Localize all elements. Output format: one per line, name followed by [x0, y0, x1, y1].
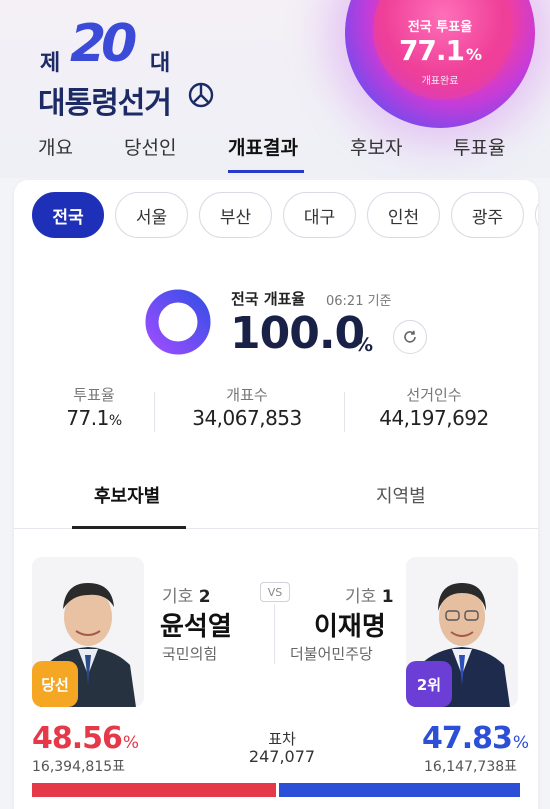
candidate-left-percent: 48.56% — [32, 721, 139, 756]
region-chip-incheon[interactable]: 인천 — [367, 192, 440, 238]
logo-suffix: 대 — [150, 51, 171, 76]
candidate-right-photo[interactable]: 2위 — [406, 557, 518, 707]
tab-by-region[interactable]: 지역별 — [376, 482, 426, 508]
region-chip-next[interactable]: 대 — [535, 192, 538, 238]
tab-active-indicator — [72, 526, 186, 529]
stat-turnout-label: 투표율 — [73, 386, 115, 404]
count-rate-time: 06:21 기준 — [326, 294, 392, 309]
region-chip-seoul[interactable]: 서울 — [115, 192, 188, 238]
region-chip-daegu[interactable]: 대구 — [283, 192, 356, 238]
refresh-button[interactable] — [393, 320, 427, 354]
vote-share-bar-right — [279, 783, 520, 797]
results-card: 전국 서울 부산 대구 인천 광주 대 전국 개표율 06:21 기준 100.… — [14, 180, 538, 809]
nav-candidates[interactable]: 후보자 — [350, 133, 402, 160]
stat-electorate-label: 선거인수 — [406, 386, 462, 404]
main-nav: 개요 당선인 개표결과 후보자 투표율 — [0, 133, 550, 173]
turnout-label: 전국 투표율 — [407, 20, 473, 35]
stat-electorate-value: 44,197,692 — [379, 406, 489, 430]
nav-results[interactable]: 개표결과 — [228, 133, 298, 160]
turnout-value: 77.1% — [398, 34, 482, 67]
count-progress-ring — [145, 289, 211, 355]
region-filter: 전국 서울 부산 대구 인천 광주 대 — [32, 192, 538, 238]
count-rate-unit: % — [354, 334, 374, 356]
vote-mark-icon — [188, 82, 214, 108]
candidate-right-number: 기호 1 — [345, 587, 394, 607]
region-chip-busan[interactable]: 부산 — [199, 192, 272, 238]
vote-margin-value: 247,077 — [248, 747, 316, 766]
count-rate-value: 100.0 — [230, 308, 365, 359]
nav-winner[interactable]: 당선인 — [124, 133, 176, 160]
logo-number: 20 — [70, 14, 137, 74]
runnerup-badge: 2위 — [406, 661, 452, 707]
candidate-right-name[interactable]: 이재명 — [314, 606, 386, 643]
candidate-left-name[interactable]: 윤석열 — [160, 606, 232, 643]
region-chip-national[interactable]: 전국 — [32, 192, 104, 238]
winner-badge: 당선 — [32, 661, 78, 707]
vote-margin-label: 표차 — [268, 730, 296, 748]
tab-by-candidate[interactable]: 후보자별 — [94, 482, 160, 508]
stat-counted-label: 개표수 — [226, 386, 268, 404]
nav-overview[interactable]: 개요 — [38, 133, 73, 160]
candidate-left-votes: 16,394,815표 — [32, 759, 126, 775]
stat-turnout-value: 77.1% — [66, 406, 122, 430]
logo-title: 대통령선거 — [38, 86, 172, 121]
nav-active-indicator — [228, 170, 304, 173]
candidate-right-votes: 16,147,738표 — [424, 759, 518, 775]
candidate-right-party: 더불어민주당 — [290, 645, 373, 663]
vs-badge: VS — [260, 582, 290, 602]
candidate-left-party: 국민의힘 — [162, 645, 218, 663]
candidate-left-number: 기호 2 — [162, 587, 211, 607]
nav-turnout[interactable]: 투표율 — [453, 133, 505, 160]
candidate-left-photo[interactable]: 당선 — [32, 557, 144, 707]
vote-share-bar-left — [32, 783, 276, 797]
refresh-icon — [404, 330, 416, 343]
count-rate-label: 전국 개표율 — [231, 290, 306, 308]
candidate-right-percent: 47.83% — [422, 721, 529, 756]
turnout-status: 개표완료 — [421, 76, 459, 87]
stat-counted-value: 34,067,853 — [192, 406, 302, 430]
region-chip-gwangju[interactable]: 광주 — [451, 192, 524, 238]
logo-prefix: 제 — [40, 51, 61, 76]
